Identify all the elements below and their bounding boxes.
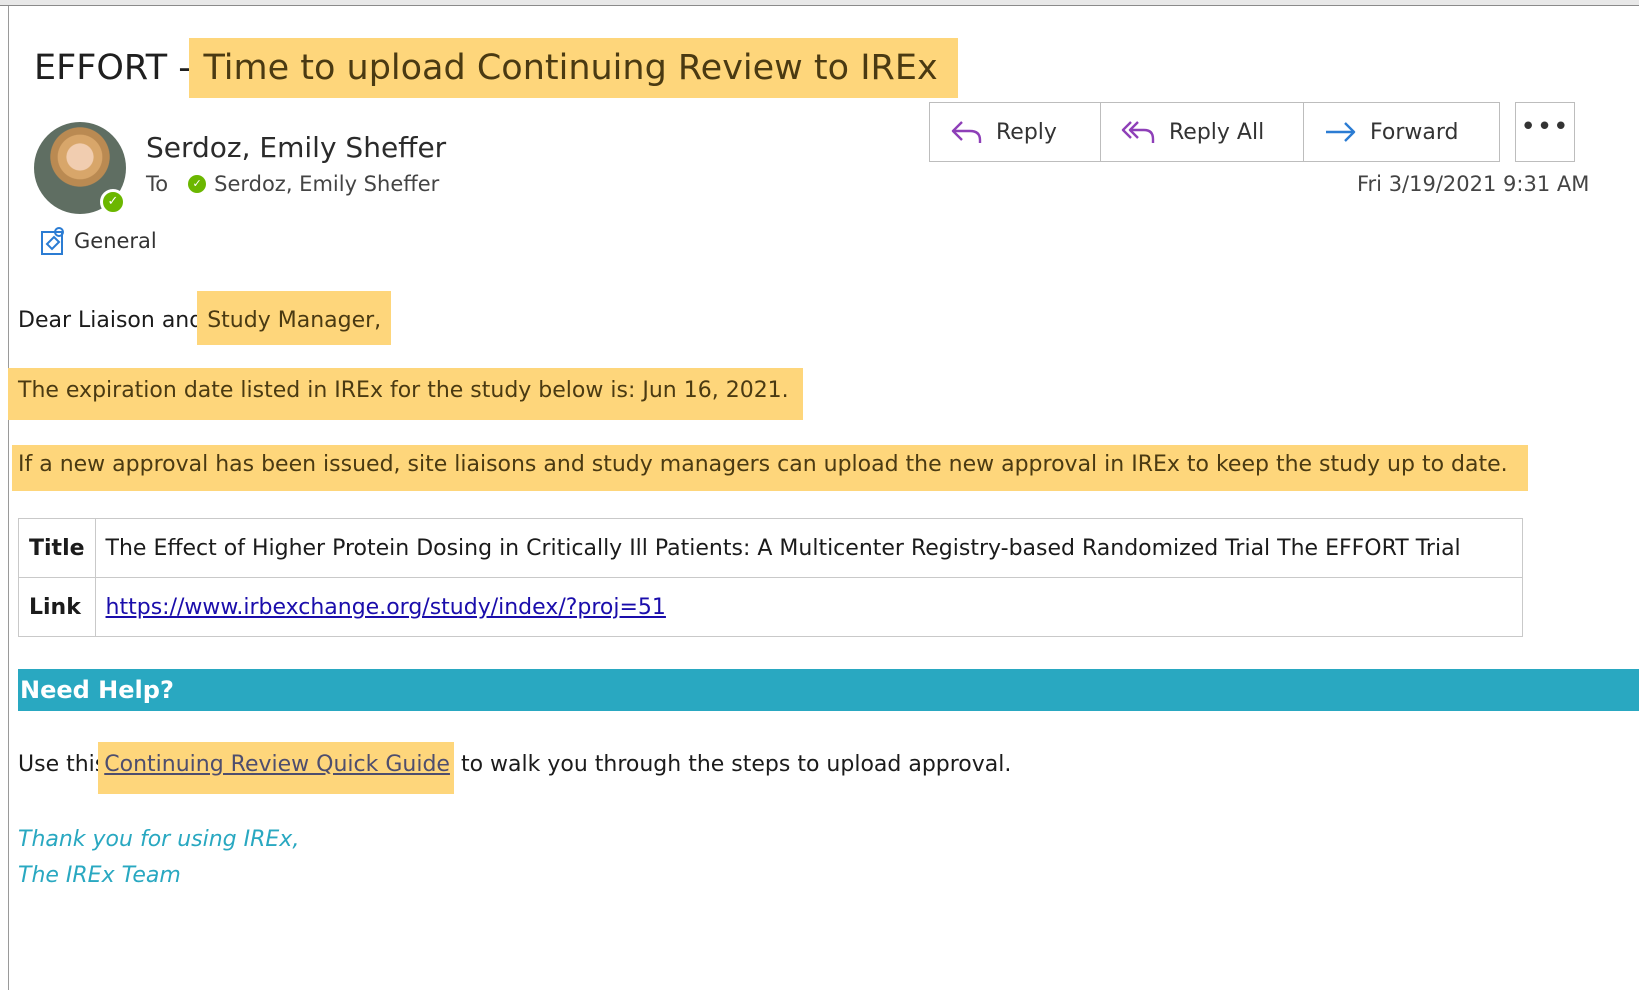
study-link[interactable]: https://www.irbexchange.org/study/index/… bbox=[106, 595, 666, 620]
window-top-border bbox=[0, 0, 1639, 6]
greeting-plain: Dear Liaison and bbox=[18, 308, 204, 333]
window-left-border bbox=[8, 6, 9, 990]
reply-button[interactable]: Reply bbox=[929, 102, 1101, 162]
greeting-highlight: Study Manager, bbox=[197, 291, 392, 345]
category-tag-icon bbox=[41, 227, 64, 255]
table-row: Link https://www.irbexchange.org/study/i… bbox=[18, 577, 1523, 637]
guide-sentence: Use thisContinuing Review Quick Guide to… bbox=[18, 742, 1011, 794]
guide-after: to walk you through the steps to upload … bbox=[453, 752, 1012, 777]
forward-button[interactable]: Forward bbox=[1303, 102, 1500, 162]
subject-prefix: EFFORT -- bbox=[34, 48, 204, 88]
signoff-line-1: Thank you for using IREx, bbox=[18, 827, 300, 852]
forward-icon bbox=[1326, 122, 1356, 142]
presence-available-icon: ✓ bbox=[100, 189, 126, 215]
reply-label: Reply bbox=[996, 119, 1057, 145]
email-subject: EFFORT -- Time to upload Continuing Revi… bbox=[34, 38, 958, 98]
reply-icon bbox=[951, 121, 982, 143]
recipient-row: To ✓ Serdoz, Emily Sheffer bbox=[146, 172, 439, 196]
table-key-title: Title bbox=[18, 518, 96, 578]
forward-label: Forward bbox=[1370, 119, 1459, 145]
signoff: Thank you for using IREx, The IREx Team bbox=[18, 822, 299, 894]
need-help-heading: Need Help? bbox=[18, 669, 1639, 711]
category-label: General bbox=[74, 229, 157, 253]
recipient-name[interactable]: Serdoz, Emily Sheffer bbox=[214, 172, 439, 196]
guide-highlight: Continuing Review Quick Guide bbox=[98, 742, 454, 794]
quick-guide-link[interactable]: Continuing Review Quick Guide bbox=[104, 752, 450, 777]
study-info-table: Title The Effect of Higher Protein Dosin… bbox=[18, 518, 1523, 637]
sent-datetime: Fri 3/19/2021 9:31 AM bbox=[1357, 172, 1590, 196]
category-tag[interactable]: General bbox=[40, 226, 157, 256]
to-label: To bbox=[146, 172, 169, 196]
more-actions-button[interactable]: ••• bbox=[1515, 102, 1575, 162]
greeting: Dear Liaison and Study Manager, bbox=[18, 291, 392, 345]
table-value-title: The Effect of Higher Protein Dosing in C… bbox=[94, 518, 1523, 578]
table-row: Title The Effect of Higher Protein Dosin… bbox=[18, 518, 1523, 578]
reply-all-label: Reply All bbox=[1169, 119, 1265, 145]
expiration-notice: The expiration date listed in IREx for t… bbox=[8, 368, 803, 420]
upload-instruction: If a new approval has been issued, site … bbox=[12, 445, 1528, 491]
signoff-line-2: The IREx Team bbox=[18, 863, 181, 888]
more-icon: ••• bbox=[1520, 112, 1570, 142]
recipient-presence-icon: ✓ bbox=[188, 175, 207, 193]
subject-highlight: Time to upload Continuing Review to IREx bbox=[189, 38, 958, 98]
message-actions: Reply Reply All Forward ••• bbox=[929, 102, 1575, 162]
table-value-link: https://www.irbexchange.org/study/index/… bbox=[94, 577, 1523, 637]
reply-all-icon bbox=[1121, 121, 1155, 143]
sender-name[interactable]: Serdoz, Emily Sheffer bbox=[146, 131, 446, 164]
reply-all-button[interactable]: Reply All bbox=[1100, 102, 1304, 162]
guide-before: Use this bbox=[18, 752, 107, 777]
table-key-link: Link bbox=[18, 577, 96, 637]
